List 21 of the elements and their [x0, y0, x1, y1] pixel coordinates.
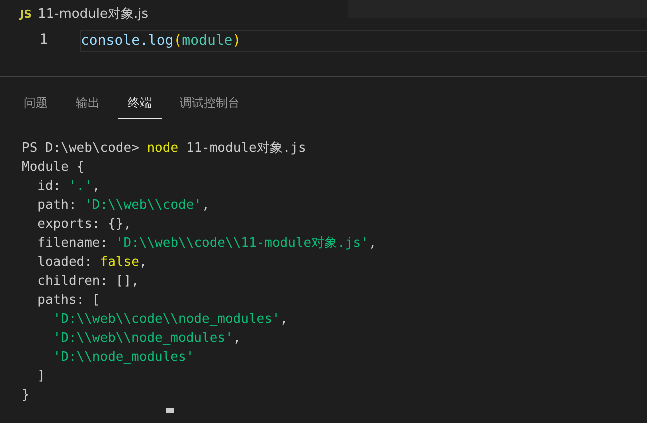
terminal-line: exports: {},	[38, 216, 132, 234]
panel-tab[interactable]: 调试控制台	[170, 80, 250, 119]
terminal-line: loaded: false,	[38, 254, 148, 272]
code-line: console.log(module)	[81, 33, 242, 49]
terminal-line: path: 'D:\\web\\code',	[38, 197, 210, 215]
line-number: 1	[38, 31, 48, 50]
terminal-line: PS D:\web\code> node 11-module对象.js	[22, 140, 306, 158]
terminal-line: filename: 'D:\\web\\code\\11-module对象.js',	[38, 235, 377, 253]
terminal-line: ]	[38, 368, 46, 386]
terminal-line: id: '.',	[38, 178, 100, 196]
panel-tab[interactable]: 问题	[14, 80, 58, 119]
terminal-line: children: [],	[38, 273, 140, 291]
terminal-line: paths: [	[38, 292, 100, 310]
panel-tab[interactable]: 终端	[118, 80, 162, 119]
terminal-line: 'D:\\node_modules'	[53, 349, 194, 367]
js-file-icon: JS	[20, 6, 32, 24]
terminal-line: 'D:\\web\\node_modules',	[53, 330, 242, 348]
terminal-line: }	[22, 387, 30, 405]
terminal-line: 'D:\\web\\code\\node_modules',	[53, 311, 288, 329]
terminal-line: Module {	[22, 159, 85, 177]
panel-tab[interactable]: 输出	[66, 80, 110, 119]
